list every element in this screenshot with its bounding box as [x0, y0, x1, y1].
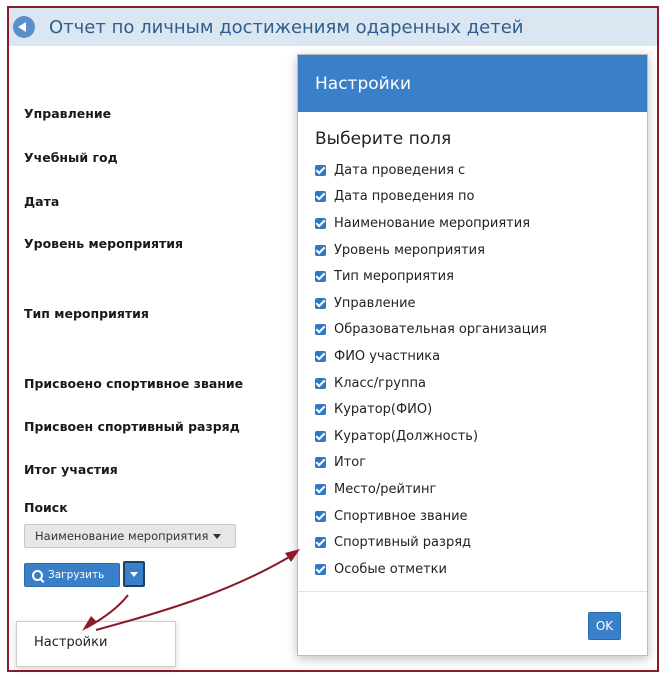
report-title-bar: Отчет по личным достижениям одаренных де…: [9, 8, 657, 46]
field-option-label: Наименование мероприятия: [334, 215, 531, 231]
field-option-label: Класс/группа: [334, 375, 426, 391]
field-option[interactable]: Управление: [315, 290, 647, 317]
load-options-dropdown-button[interactable]: [123, 561, 145, 587]
label-management: Управление: [24, 106, 112, 121]
section-title: Выберите поля: [315, 129, 452, 149]
field-option-label: Дата проведения по: [334, 189, 475, 205]
label-sport-title: Присвоено спортивное звание: [24, 376, 244, 391]
field-option-label: Куратор(ФИО): [334, 402, 433, 418]
field-option[interactable]: Спортивный разряд: [315, 529, 647, 556]
field-option[interactable]: Место/рейтинг: [315, 476, 647, 503]
field-option[interactable]: ФИО участника: [315, 343, 647, 370]
chevron-down-icon: [130, 571, 138, 577]
search-field-select[interactable]: Наименование мероприятия: [24, 524, 236, 548]
label-school-year: Учебный год: [24, 150, 118, 165]
search-field-value: Наименование мероприятия: [35, 529, 209, 543]
field-option-label: Место/рейтинг: [334, 481, 437, 497]
ok-button[interactable]: OK: [588, 612, 621, 640]
checkbox-checked-icon[interactable]: [315, 217, 326, 229]
modal-header: Настройки: [298, 55, 647, 112]
checkbox-checked-icon[interactable]: [315, 563, 326, 575]
label-sport-rank: Присвоен спортивный разряд: [24, 419, 240, 434]
field-option-label: Дата проведения с: [334, 162, 466, 178]
field-option-label: ФИО участника: [334, 348, 441, 364]
menu-item-settings[interactable]: Настройки: [34, 635, 107, 650]
label-participation-result: Итог участия: [24, 462, 118, 477]
field-option-label: Тип мероприятия: [334, 269, 454, 285]
label-search: Поиск: [24, 500, 68, 515]
load-options-menu: Настройки: [16, 621, 176, 667]
field-option[interactable]: Куратор(ФИО): [315, 396, 647, 423]
checkbox-checked-icon[interactable]: [315, 377, 326, 389]
field-option-label: Куратор(Должность): [334, 428, 479, 444]
chevron-down-icon: [213, 533, 222, 539]
search-icon: [32, 569, 43, 581]
field-option-label: Образовательная организация: [334, 322, 547, 338]
field-option[interactable]: Образовательная организация: [315, 317, 647, 344]
checkbox-checked-icon[interactable]: [315, 483, 326, 495]
field-option[interactable]: Спортивное звание: [315, 503, 647, 530]
modal-body: Выберите поля Дата проведения с Дата пров…: [298, 112, 647, 583]
modal-footer-divider: [298, 591, 647, 592]
field-option-label: Спортивное звание: [334, 508, 468, 524]
label-event-type: Тип мероприятия: [24, 306, 149, 321]
load-button[interactable]: Загрузить: [24, 563, 120, 587]
field-option-label: Итог: [334, 455, 367, 471]
settings-modal: Настройки Выберите поля Дата проведения …: [297, 54, 648, 656]
field-option[interactable]: Дата проведения по: [315, 184, 647, 211]
field-list: Дата проведения с Дата проведения по Наиме…: [315, 157, 647, 583]
modal-title: Настройки: [315, 73, 412, 94]
field-option[interactable]: Класс/группа: [315, 370, 647, 397]
checkbox-checked-icon[interactable]: [315, 430, 326, 442]
back-icon[interactable]: [13, 16, 35, 38]
field-option[interactable]: Наименование мероприятия: [315, 210, 647, 237]
label-date: Дата: [24, 194, 60, 209]
field-option[interactable]: Куратор(Должность): [315, 423, 647, 450]
field-option-label: Управление: [334, 295, 416, 311]
checkbox-checked-icon[interactable]: [315, 271, 326, 283]
checkbox-checked-icon[interactable]: [315, 350, 326, 362]
field-option[interactable]: Дата проведения с: [315, 157, 647, 184]
checkbox-checked-icon[interactable]: [315, 457, 326, 469]
checkbox-checked-icon[interactable]: [315, 537, 326, 549]
page-title: Отчет по личным достижениям одаренных де…: [49, 16, 524, 38]
field-option-label: Особые отметки: [334, 561, 447, 577]
checkbox-checked-icon[interactable]: [315, 164, 326, 176]
checkbox-checked-icon[interactable]: [315, 404, 326, 416]
field-option[interactable]: Особые отметки: [315, 556, 647, 583]
checkbox-checked-icon[interactable]: [315, 191, 326, 203]
field-option[interactable]: Тип мероприятия: [315, 263, 647, 290]
checkbox-checked-icon[interactable]: [315, 297, 326, 309]
checkbox-checked-icon[interactable]: [315, 510, 326, 522]
field-option-label: Уровень мероприятия: [334, 242, 485, 258]
field-option[interactable]: Уровень мероприятия: [315, 237, 647, 264]
field-option-label: Спортивный разряд: [334, 535, 472, 551]
field-option[interactable]: Итог: [315, 450, 647, 477]
checkbox-checked-icon[interactable]: [315, 244, 326, 256]
load-button-label: Загрузить: [48, 569, 105, 581]
checkbox-checked-icon[interactable]: [315, 324, 326, 336]
label-event-level: Уровень мероприятия: [24, 236, 184, 251]
